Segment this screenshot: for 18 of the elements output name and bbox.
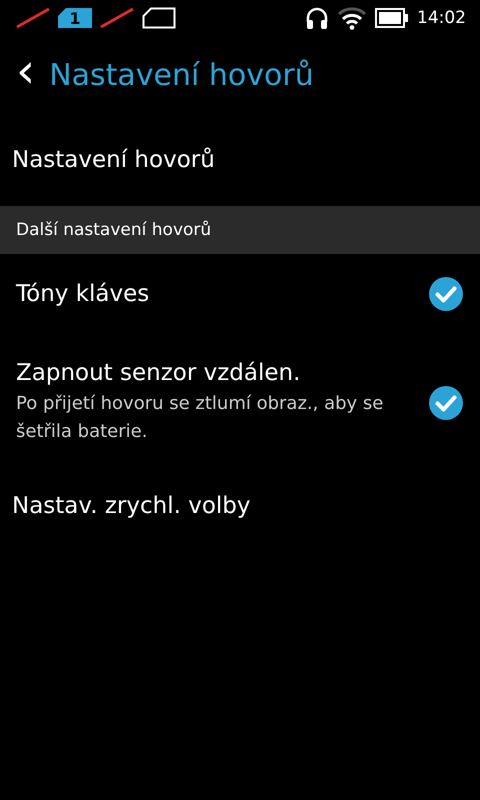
no-signal-icon (100, 7, 134, 29)
back-button[interactable]: ‹ (12, 47, 40, 103)
checked-checkbox[interactable] (428, 385, 464, 421)
settings-item[interactable]: Nastavení hovorů (0, 114, 480, 206)
section-header: Další nastavení hovorů (0, 206, 480, 254)
page-title: Nastavení hovorů (49, 58, 314, 92)
wifi-icon (337, 6, 367, 30)
headphones-icon (305, 6, 329, 30)
clock-time: 14:02 (417, 8, 466, 28)
setting-label: Tóny kláves (16, 281, 150, 307)
settings-item[interactable]: Nastav. zrychl. volby (0, 460, 480, 552)
checked-checkbox[interactable] (428, 276, 464, 312)
setting-description: Po přijetí hovoru se ztlumí obraz., aby se šetřila baterie. (16, 392, 384, 444)
setting-label: Zapnout senzor vzdálen. (16, 360, 302, 386)
no-signal-icon (16, 7, 50, 29)
sim-badge: 1 (58, 8, 92, 28)
battery-icon (375, 8, 409, 28)
sim-card-icon (142, 7, 176, 29)
